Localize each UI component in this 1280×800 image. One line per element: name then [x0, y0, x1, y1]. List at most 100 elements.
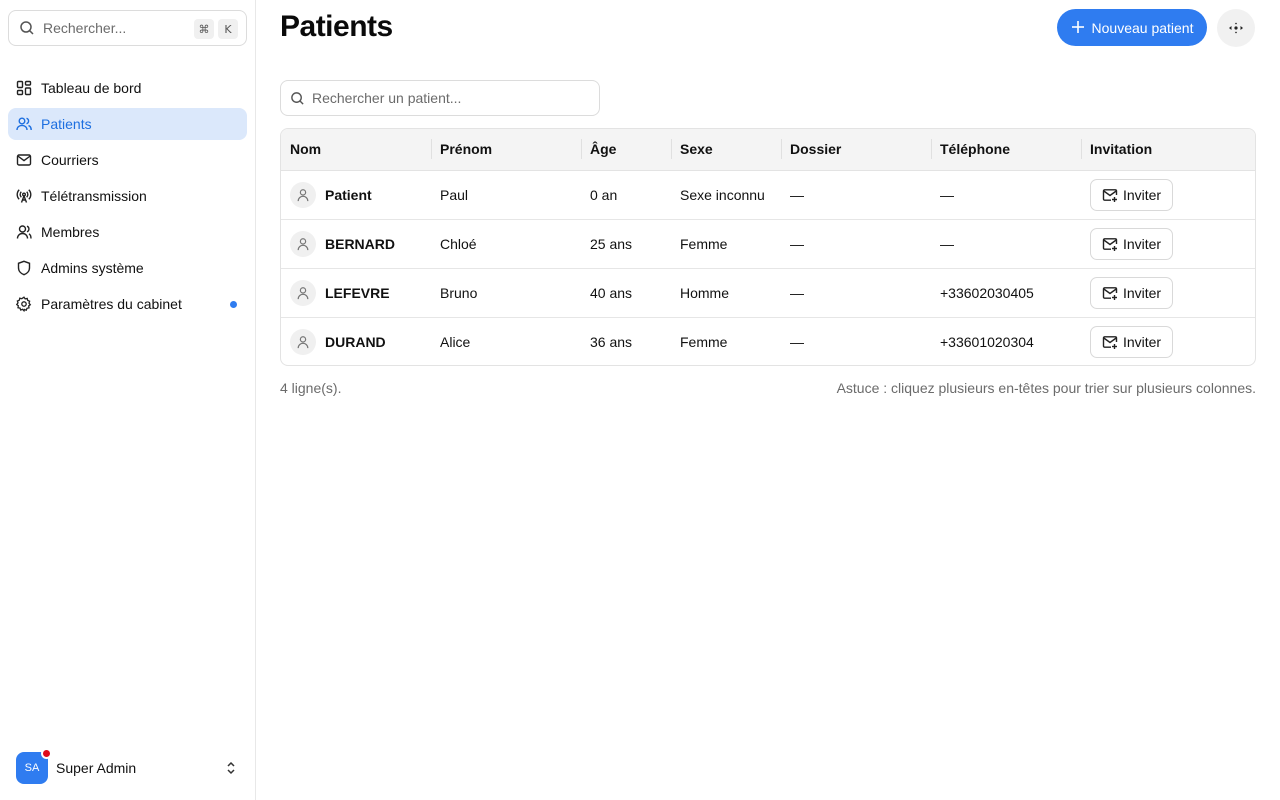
column-divider [781, 139, 782, 159]
patient-prenom: Chloé [440, 235, 477, 252]
invite-button[interactable]: Inviter [1090, 276, 1173, 309]
patient-nom: LEFEVRE [325, 284, 390, 301]
column-label: Sexe [680, 141, 713, 158]
patient-dossier: — [790, 186, 804, 203]
sidebar-search[interactable]: Rechercher... ⌘ K [8, 10, 247, 46]
chevrons-up-down-icon [223, 760, 239, 776]
invite-button[interactable]: Inviter [1090, 178, 1173, 211]
sidebar-item-membres[interactable]: Membres [8, 216, 247, 248]
sidebar-nav: Tableau de bord Patients Courriers Télét… [8, 72, 247, 324]
dashboard-icon [16, 80, 32, 96]
invite-label: Inviter [1122, 333, 1162, 350]
mail-plus-icon [1102, 236, 1118, 252]
avatar-badge [41, 748, 52, 759]
table-row[interactable]: DURAND Alice 36 ans Femme — +33601020304… [281, 317, 1255, 365]
move-arrows-icon [1228, 20, 1244, 36]
patient-search-input[interactable] [312, 90, 592, 106]
patient-nom: Patient [325, 186, 372, 203]
new-patient-label: Nouveau patient [1091, 19, 1194, 36]
row-count: 4 ligne(s). [280, 380, 342, 396]
sidebar-item-admins[interactable]: Admins système [8, 252, 247, 284]
new-patient-button[interactable]: Nouveau patient [1057, 9, 1207, 46]
main-content: Patients Nouveau patient Nom Prénom Âge [256, 0, 1280, 800]
gear-icon [16, 296, 32, 312]
plus-icon [1071, 19, 1085, 37]
user-icon [16, 224, 32, 240]
column-label: Téléphone [940, 141, 1011, 158]
name-cell: LEFEVRE [290, 279, 431, 306]
column-divider [931, 139, 932, 159]
patient-telephone: +33601020304 [940, 333, 1034, 350]
sidebar-item-teletransmission[interactable]: Télétransmission [8, 180, 247, 212]
sidebar-item-label: Télétransmission [41, 188, 147, 204]
invite-button[interactable]: Inviter [1090, 325, 1173, 358]
mail-plus-icon [1102, 334, 1118, 350]
column-label: Invitation [1090, 141, 1153, 158]
column-divider [431, 139, 432, 159]
name-cell: DURAND [290, 328, 431, 355]
avatar-initials: SA [24, 762, 40, 774]
name-cell: BERNARD [290, 230, 431, 257]
column-header-invitation[interactable]: Invitation [1081, 129, 1255, 171]
sidebar-item-dashboard[interactable]: Tableau de bord [8, 72, 247, 104]
person-icon [290, 230, 316, 257]
table-row[interactable]: Patient Paul 0 an Sexe inconnu — — Invit… [281, 170, 1255, 219]
user-name: Super Admin [56, 760, 137, 776]
patient-sexe: Femme [680, 333, 728, 350]
sidebar-item-label: Courriers [41, 152, 99, 168]
column-header-prenom[interactable]: Prénom [431, 129, 581, 171]
column-header-sexe[interactable]: Sexe [671, 129, 781, 171]
column-label: Âge [590, 141, 617, 158]
sidebar-item-label: Tableau de bord [41, 80, 142, 96]
user-menu[interactable]: SA Super Admin [8, 748, 247, 788]
patient-telephone: — [940, 186, 954, 203]
patient-dossier: — [790, 284, 804, 301]
search-icon [290, 91, 305, 106]
table-row[interactable]: LEFEVRE Bruno 40 ans Homme — +3360203040… [281, 268, 1255, 317]
patient-nom: BERNARD [325, 235, 395, 252]
invite-button[interactable]: Inviter [1090, 227, 1173, 260]
kbd-cmd: ⌘ [194, 19, 214, 39]
patient-age: 40 ans [590, 284, 633, 301]
patient-sexe: Femme [680, 235, 728, 252]
kbd-k: K [218, 19, 238, 39]
column-header-age[interactable]: Âge [581, 129, 671, 171]
column-header-dossier[interactable]: Dossier [781, 129, 931, 171]
sidebar-item-courriers[interactable]: Courriers [8, 144, 247, 176]
person-icon [290, 181, 316, 208]
column-header-nom[interactable]: Nom [281, 129, 431, 171]
patient-sexe: Homme [680, 284, 730, 301]
page-title: Patients [280, 10, 393, 43]
person-icon [290, 279, 316, 306]
patient-dossier: — [790, 333, 804, 350]
mail-plus-icon [1102, 187, 1118, 203]
sort-tip: Astuce : cliquez plusieurs en-têtes pour… [836, 380, 1256, 396]
search-icon [19, 20, 35, 36]
move-button[interactable] [1217, 9, 1255, 47]
antenna-icon [16, 188, 32, 204]
shortcut-hint: ⌘ K [194, 19, 238, 39]
sidebar-item-label: Paramètres du cabinet [41, 296, 182, 312]
patient-age: 36 ans [590, 333, 633, 350]
patient-dossier: — [790, 235, 804, 252]
sidebar: Rechercher... ⌘ K Tableau de bord Patien… [0, 0, 256, 800]
patient-sexe: Sexe inconnu [680, 186, 765, 203]
sidebar-item-label: Membres [41, 224, 100, 240]
mail-plus-icon [1102, 285, 1118, 301]
notification-dot [230, 301, 237, 308]
sidebar-item-patients[interactable]: Patients [8, 108, 247, 140]
patients-table: Nom Prénom Âge Sexe Dossier Téléphone In… [280, 128, 1256, 366]
patient-age: 0 an [590, 186, 618, 203]
name-cell: Patient [290, 181, 431, 208]
table-row[interactable]: BERNARD Chloé 25 ans Femme — — Inviter [281, 219, 1255, 268]
avatar: SA [16, 748, 52, 784]
invite-label: Inviter [1122, 235, 1162, 252]
column-header-telephone[interactable]: Téléphone [931, 129, 1081, 171]
patient-nom: DURAND [325, 333, 386, 350]
sidebar-item-label: Patients [41, 116, 92, 132]
sidebar-item-parametres[interactable]: Paramètres du cabinet [8, 288, 247, 320]
patient-search[interactable] [280, 80, 600, 116]
invite-label: Inviter [1122, 186, 1162, 203]
column-divider [671, 139, 672, 159]
mail-icon [16, 152, 32, 168]
